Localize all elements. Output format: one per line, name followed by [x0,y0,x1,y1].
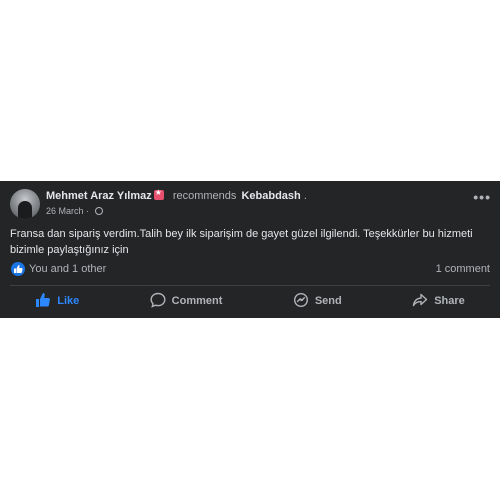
comment-icon [150,292,166,311]
divider [10,285,490,286]
send-button[interactable]: Send [283,289,352,313]
more-icon[interactable]: ••• [473,189,491,205]
page-name-link[interactable]: Kebabdash [241,190,300,202]
post-text: Fransa dan sipariş verdim.Talih bey ilk … [10,228,473,256]
like-icon [35,292,51,311]
like-reaction-icon [11,262,25,276]
avatar[interactable] [10,189,40,219]
send-label: Send [314,295,342,307]
share-icon [412,292,428,311]
page-suffix: . [303,190,307,202]
post-header: Mehmet Araz Yılmaz recommends Kebabdash … [46,188,307,202]
recommendation-post: Mehmet Araz Yılmaz recommends Kebabdash … [0,181,500,318]
avatar-silhouette [18,201,32,219]
comment-button[interactable]: Comment [140,289,233,313]
reaction-summary[interactable]: You and 1 other [11,262,106,276]
share-label: Share [434,295,465,307]
like-button[interactable]: Like [25,289,89,313]
like-label: Like [57,295,80,307]
globe-icon [94,207,103,215]
share-button[interactable]: Share [402,289,475,313]
comment-label: Comment [171,295,223,307]
action-bar: Like Comment Send Share [0,289,500,313]
reactions-text: You and 1 other [29,263,107,275]
send-icon [293,292,309,311]
comments-count[interactable]: 1 comment [436,263,490,275]
post-meta: 26 March · [46,206,103,216]
post-date[interactable]: 26 March [46,206,84,216]
recommendation-badge-icon [153,188,164,200]
author-name[interactable]: Mehmet Araz Yılmaz [46,190,152,202]
date-separator: · [86,206,90,216]
recommends-text: recommends [172,190,237,202]
